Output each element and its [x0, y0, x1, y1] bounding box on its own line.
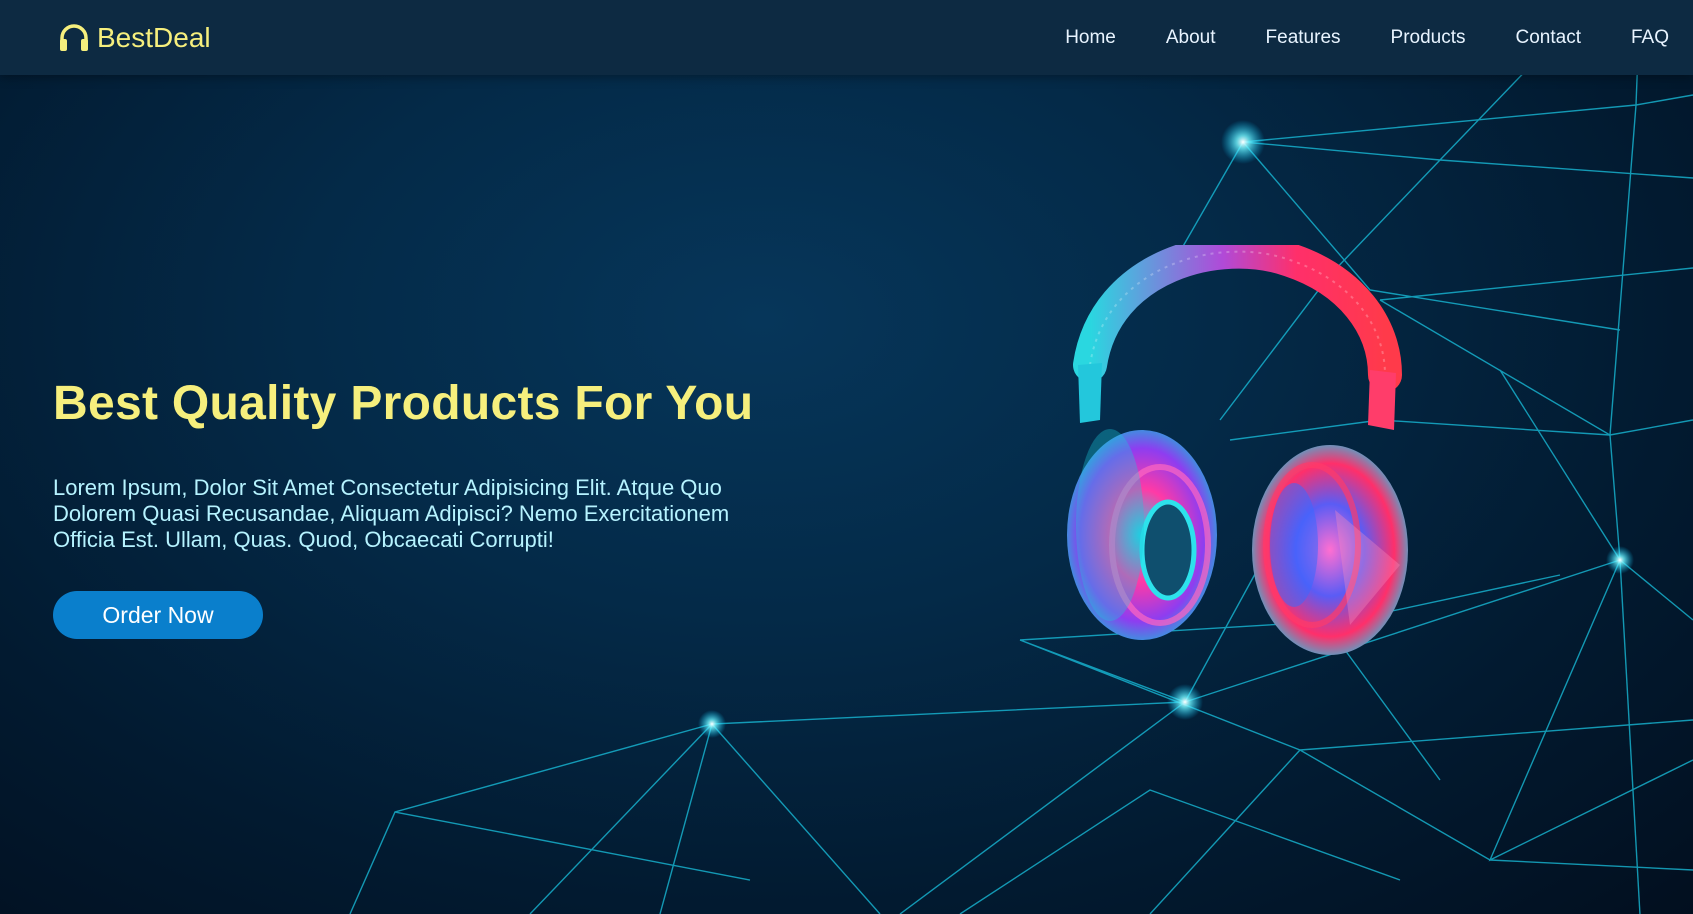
headphones-illustration [1067, 245, 1408, 655]
nav-features[interactable]: Features [1266, 27, 1341, 49]
nav-products[interactable]: Products [1391, 27, 1466, 49]
order-now-button[interactable]: Order Now [53, 591, 263, 639]
brand-name: BestDeal [97, 21, 211, 53]
nav-contact[interactable]: Contact [1516, 27, 1581, 49]
hero-description: Lorem Ipsum, Dolor Sit Amet Consectetur … [53, 475, 730, 552]
headphones-icon [57, 23, 91, 53]
nav-menu: Home About Features Products Contact FAQ [1015, 27, 1669, 49]
hero-title: Best Quality Products For You [53, 377, 754, 430]
brand-logo[interactable]: BestDeal [57, 22, 211, 54]
hero-section: Best Quality Products For You Lorem Ipsu… [53, 376, 813, 639]
navbar: BestDeal Home About Features Products Co… [0, 0, 1693, 75]
nav-faq[interactable]: FAQ [1631, 27, 1669, 49]
landing-page: BestDeal Home About Features Products Co… [0, 0, 1693, 914]
nav-home[interactable]: Home [1065, 27, 1116, 49]
nav-about[interactable]: About [1166, 27, 1216, 49]
